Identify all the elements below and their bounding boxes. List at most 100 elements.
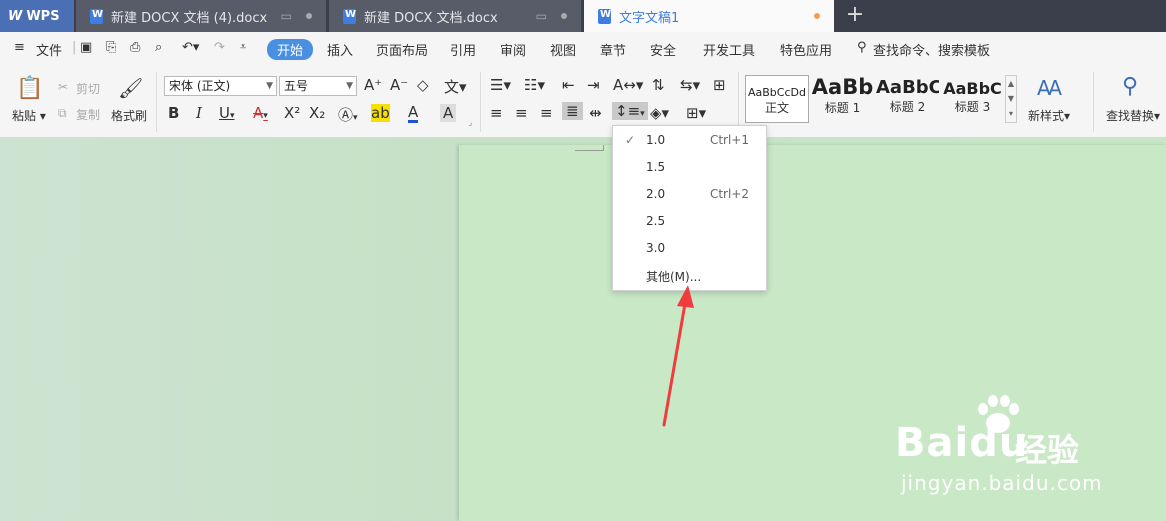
align-left-icon[interactable]: ≡ [490, 104, 503, 122]
text-direction-icon[interactable]: A↔▾ [613, 76, 643, 94]
hamburger-icon[interactable]: ≡ [14, 40, 25, 55]
menu-security[interactable]: 安全 [650, 40, 676, 59]
line-spacing-option[interactable]: 2.5 [613, 210, 766, 234]
monitor-icon[interactable]: ▭ [536, 9, 547, 23]
strikethrough-icon[interactable]: A▾ [253, 104, 268, 122]
superscript-icon[interactable]: X² [284, 104, 300, 122]
italic-button[interactable]: I [196, 104, 202, 122]
style-heading-1[interactable]: AaBb 标题 1 [811, 75, 874, 123]
checkmark-icon: ✓ [625, 133, 636, 147]
find-replace-button[interactable]: 查找替换▾ [1106, 107, 1160, 124]
line-spacing-option[interactable]: 3.0 [613, 237, 766, 261]
redo-icon[interactable]: ↷ [214, 40, 225, 55]
unsaved-dot-icon[interactable] [814, 13, 820, 19]
font-color-icon[interactable]: A [408, 104, 419, 123]
style-heading-2[interactable]: AaBbC 标题 2 [876, 75, 939, 123]
sort-icon[interactable]: ⇅ [652, 76, 665, 94]
find-replace-icon[interactable]: ⚲ [1122, 74, 1138, 99]
new-style-icon[interactable]: Ꜳ [1037, 76, 1062, 100]
ribbon-divider [480, 72, 481, 132]
align-right-icon[interactable]: ≡ [540, 104, 553, 122]
print-icon[interactable]: ⎙ [130, 40, 140, 55]
search-icon[interactable]: ⚲ [857, 40, 867, 55]
grow-font-icon[interactable]: A⁺ [364, 76, 382, 94]
style-heading-3[interactable]: AaBbC 标题 3 [941, 75, 1004, 123]
word-file-icon [343, 8, 356, 24]
char-shading-icon[interactable]: A [440, 104, 457, 122]
watermark-url: jingyan.baidu.com [901, 471, 1103, 495]
numbered-list-icon[interactable]: ☷▾ [524, 76, 545, 94]
highlight-icon[interactable]: ab [371, 104, 390, 122]
paste-button[interactable]: 粘贴 ▾ [12, 107, 46, 124]
watermark-brand-cn: 经验 [1015, 431, 1080, 469]
table-layout-icon[interactable]: ⊞ [713, 76, 726, 94]
menu-review[interactable]: 审阅 [500, 40, 526, 59]
font-name-select[interactable]: 宋体 (正文) ▼ [164, 76, 277, 96]
border-icon[interactable]: ⊞▾ [686, 104, 706, 122]
tab-status-dot[interactable] [306, 13, 312, 19]
cut-button[interactable]: 剪切 [76, 80, 100, 97]
format-painter-icon[interactable]: 🖌 [118, 76, 143, 100]
undo-icon[interactable]: ↶▾ [182, 40, 199, 55]
line-spacing-option[interactable]: 2.0 Ctrl+2 [613, 183, 766, 207]
menu-developer-tools[interactable]: 开发工具 [703, 40, 755, 59]
menu-special-apps[interactable]: 特色应用 [780, 40, 832, 59]
menu-page-layout[interactable]: 页面布局 [376, 40, 428, 59]
line-spacing-button[interactable]: ↕≡▾ [612, 102, 648, 120]
tab-document-1[interactable]: 新建 DOCX 文档 (4).docx ▭ [76, 0, 326, 32]
shrink-font-icon[interactable]: A⁻ [390, 76, 408, 94]
search-commands[interactable]: 查找命令、搜索模板 [873, 40, 990, 59]
phonetic-guide-icon[interactable]: 文▾ [444, 76, 467, 97]
shading-icon[interactable]: ◈▾ [650, 104, 669, 122]
menu-file[interactable]: 文件 [36, 40, 62, 59]
line-spacing-menu: ✓ 1.0 Ctrl+1 1.5 2.0 Ctrl+2 2.5 3.0 其他(M… [612, 125, 767, 291]
subscript-icon[interactable]: X₂ [309, 104, 325, 122]
export-icon[interactable]: ⎘ [106, 40, 116, 55]
decrease-indent-icon[interactable]: ⇤ [562, 76, 575, 94]
clear-format-icon[interactable]: ◇ [417, 76, 429, 94]
new-style-button[interactable]: 新样式▾ [1028, 107, 1070, 124]
underline-button[interactable]: U▾ [219, 104, 235, 122]
bold-button[interactable]: B [168, 104, 179, 122]
font-dialog-launcher-icon[interactable]: ⌟ [468, 118, 472, 128]
new-tab-button[interactable]: + [840, 3, 870, 29]
bullet-list-icon[interactable]: ☰▾ [490, 76, 511, 94]
menu-bar: ≡ 文件 | ▣ ⎘ ⎙ ⌕ ↶▾ ↷ ⩡ 开始 插入 页面布局 引用 审阅 视… [0, 32, 1166, 66]
option-value: 3.0 [646, 241, 666, 255]
tab-status-dot[interactable] [561, 13, 567, 19]
text-effect-icon[interactable]: Ⓐ▾ [338, 104, 358, 125]
clipboard-icon[interactable]: 📋 [16, 76, 43, 101]
copy-button[interactable]: 复制 [76, 106, 100, 123]
ribbon-divider [156, 72, 157, 132]
font-size-select[interactable]: 五号 ▼ [279, 76, 357, 96]
tab-document-2[interactable]: 新建 DOCX 文档.docx ▭ [329, 0, 581, 32]
copy-icon[interactable]: ⧉ [58, 106, 67, 121]
tab-document-3[interactable]: 文字文稿1 [584, 0, 834, 32]
increase-indent-icon[interactable]: ⇥ [587, 76, 600, 94]
ribbon-divider [1093, 72, 1094, 132]
align-center-icon[interactable]: ≡ [515, 104, 528, 122]
print-preview-icon[interactable]: ⌕ [155, 40, 162, 55]
option-shortcut: Ctrl+1 [709, 133, 749, 147]
style-gallery-scroll[interactable]: ▲ ▼ ▾ [1005, 75, 1017, 123]
line-spacing-option[interactable]: 1.5 [613, 156, 766, 180]
save-icon[interactable]: ▣ [80, 40, 92, 55]
format-painter-button[interactable]: 格式刷 [111, 107, 147, 124]
distributed-align-icon[interactable]: ⇹ [589, 104, 602, 122]
style-normal[interactable]: AaBbCcDd 正文 [745, 75, 809, 123]
menu-references[interactable]: 引用 [450, 40, 476, 59]
menu-view[interactable]: 视图 [550, 40, 576, 59]
menu-start[interactable]: 开始 [267, 39, 314, 60]
option-value: 2.0 [646, 187, 666, 201]
line-spacing-option[interactable]: ✓ 1.0 Ctrl+1 [613, 129, 766, 153]
menu-insert[interactable]: 插入 [327, 40, 353, 59]
style-heading-3-name: 标题 3 [954, 100, 991, 114]
justify-icon[interactable]: ≣ [562, 102, 583, 120]
menu-chapter[interactable]: 章节 [600, 40, 626, 59]
customize-toolbar-icon[interactable]: ⩡ [240, 40, 246, 54]
show-marks-icon[interactable]: ⇆▾ [680, 76, 700, 94]
tab-wps-home[interactable]: W WPS [0, 0, 74, 32]
monitor-icon[interactable]: ▭ [281, 9, 292, 23]
scissors-icon[interactable]: ✂ [58, 80, 68, 94]
line-spacing-option-other[interactable]: 其他(M)... [613, 264, 766, 288]
